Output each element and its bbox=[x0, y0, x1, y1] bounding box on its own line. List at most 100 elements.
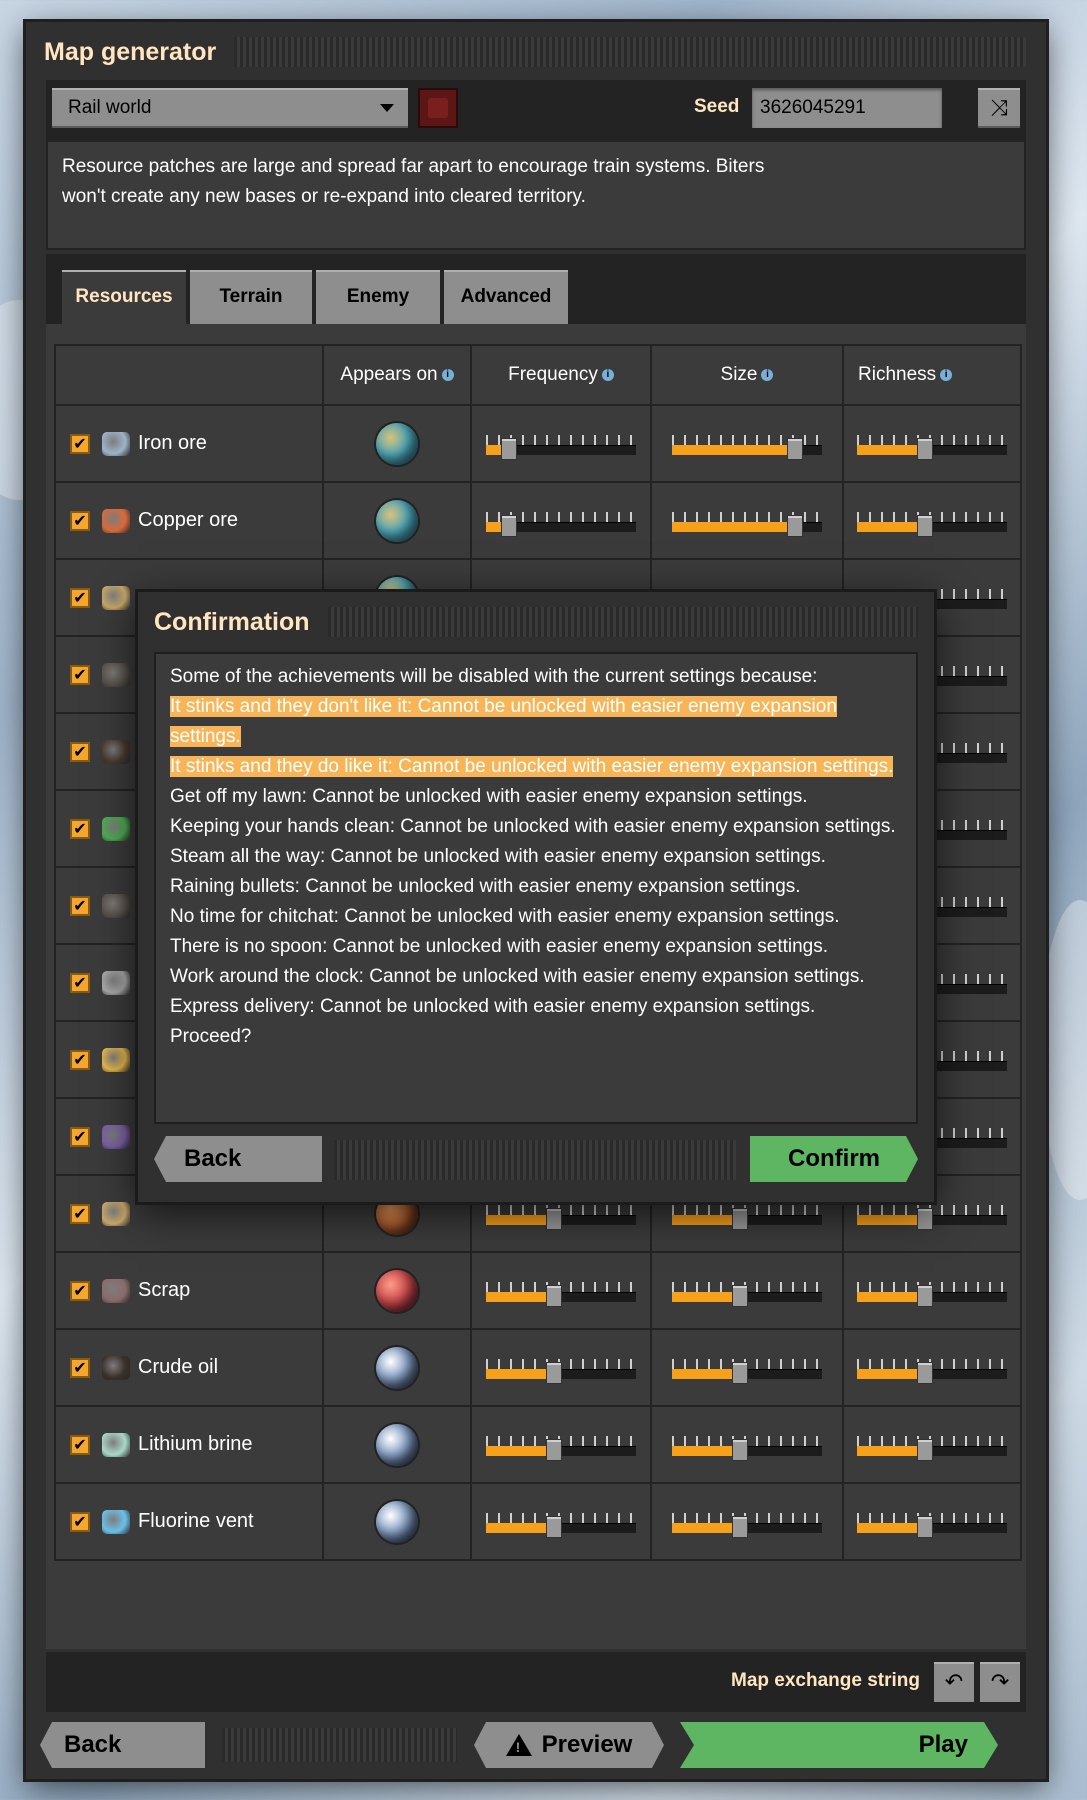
resource-enabled-checkbox[interactable]: ✔ bbox=[70, 741, 90, 762]
size-slider[interactable] bbox=[672, 1199, 822, 1229]
size-slider[interactable] bbox=[672, 1507, 822, 1537]
richness-slider[interactable] bbox=[857, 1276, 1007, 1306]
slider-handle[interactable] bbox=[732, 1285, 747, 1306]
size-cell bbox=[650, 1482, 844, 1561]
tab-terrain[interactable]: Terrain bbox=[190, 270, 312, 324]
slider-handle[interactable] bbox=[546, 1516, 561, 1537]
size-slider[interactable] bbox=[672, 506, 822, 536]
slider-handle[interactable] bbox=[917, 1439, 932, 1460]
window-titlebar[interactable]: Map generator bbox=[44, 32, 1026, 72]
slider-handle[interactable] bbox=[546, 1285, 561, 1306]
info-icon[interactable]: i bbox=[761, 368, 774, 381]
preset-delete-button[interactable] bbox=[418, 88, 458, 128]
tab-advanced[interactable]: Advanced bbox=[444, 270, 568, 324]
slider-fill bbox=[486, 1368, 554, 1379]
export-string-button[interactable]: ↷ bbox=[980, 1662, 1020, 1702]
resource-enabled-checkbox[interactable]: ✔ bbox=[70, 895, 90, 916]
resource-enabled-checkbox[interactable]: ✔ bbox=[70, 972, 90, 993]
resource-enabled-checkbox[interactable]: ✔ bbox=[70, 433, 90, 454]
seed-input[interactable]: 3626045291 bbox=[752, 88, 942, 128]
resource-enabled-checkbox[interactable]: ✔ bbox=[70, 510, 90, 531]
frequency-cell bbox=[470, 1482, 652, 1561]
confirm-button[interactable]: Confirm bbox=[750, 1136, 918, 1182]
resource-enabled-checkbox[interactable]: ✔ bbox=[70, 818, 90, 839]
slider-handle[interactable] bbox=[732, 1362, 747, 1383]
size-slider[interactable] bbox=[672, 1430, 822, 1460]
shuffle-seed-button[interactable]: ⤨ bbox=[978, 88, 1020, 128]
frequency-slider[interactable] bbox=[486, 429, 636, 459]
slider-ticks bbox=[486, 1281, 636, 1292]
slider-handle[interactable] bbox=[917, 1208, 932, 1229]
richness-slider[interactable] bbox=[857, 1430, 1007, 1460]
table-row: ✔ Iron ore bbox=[54, 404, 1022, 483]
dialog-back-button[interactable]: Back bbox=[154, 1136, 322, 1182]
resource-enabled-checkbox[interactable]: ✔ bbox=[70, 1126, 90, 1147]
slider-handle[interactable] bbox=[732, 1439, 747, 1460]
resource-icon bbox=[102, 1278, 130, 1303]
frequency-slider[interactable] bbox=[486, 1430, 636, 1460]
richness-slider[interactable] bbox=[857, 1353, 1007, 1383]
dialog-footer-drag-handle[interactable] bbox=[334, 1140, 736, 1180]
slider-handle[interactable] bbox=[546, 1208, 561, 1229]
frequency-slider[interactable] bbox=[486, 506, 636, 536]
tab-enemy[interactable]: Enemy bbox=[316, 270, 440, 324]
resource-enabled-checkbox[interactable]: ✔ bbox=[70, 587, 90, 608]
resource-enabled-checkbox[interactable]: ✔ bbox=[70, 664, 90, 685]
slider-handle[interactable] bbox=[917, 1516, 932, 1537]
info-icon[interactable]: i bbox=[601, 368, 614, 381]
slider-handle[interactable] bbox=[788, 438, 802, 459]
size-slider[interactable] bbox=[672, 1276, 822, 1306]
resource-enabled-checkbox[interactable]: ✔ bbox=[70, 1280, 90, 1301]
resource-enabled-checkbox[interactable]: ✔ bbox=[70, 1434, 90, 1455]
frequency-slider[interactable] bbox=[486, 1199, 636, 1229]
info-icon[interactable]: i bbox=[441, 368, 454, 381]
size-slider[interactable] bbox=[672, 1353, 822, 1383]
slider-handle[interactable] bbox=[788, 515, 802, 536]
slider-handle[interactable] bbox=[501, 438, 516, 459]
table-row: ✔ Copper ore bbox=[54, 481, 1022, 560]
dialog-title: Confirmation bbox=[154, 607, 310, 636]
slider-fill bbox=[672, 1445, 740, 1456]
header-richness: Richness i bbox=[842, 344, 1022, 406]
back-button[interactable]: Back bbox=[40, 1722, 205, 1768]
slider-handle[interactable] bbox=[917, 1362, 932, 1383]
info-icon[interactable]: i bbox=[940, 368, 953, 381]
preset-dropdown[interactable]: Rail world bbox=[52, 88, 408, 128]
slider-fill bbox=[857, 1368, 925, 1379]
dialog-drag-handle[interactable] bbox=[327, 607, 918, 637]
resource-enabled-checkbox[interactable]: ✔ bbox=[70, 1357, 90, 1378]
slider-handle[interactable] bbox=[732, 1208, 747, 1229]
richness-slider[interactable] bbox=[857, 506, 1007, 536]
tab-resources[interactable]: Resources bbox=[62, 270, 186, 324]
preview-button[interactable]: Preview bbox=[474, 1722, 664, 1768]
frequency-slider[interactable] bbox=[486, 1276, 636, 1306]
bottom-drag-handle[interactable] bbox=[222, 1728, 457, 1762]
slider-handle[interactable] bbox=[546, 1439, 561, 1460]
appears-on-cell bbox=[322, 404, 472, 483]
resource-enabled-checkbox[interactable]: ✔ bbox=[70, 1511, 90, 1532]
slider-handle[interactable] bbox=[732, 1516, 747, 1537]
frequency-slider[interactable] bbox=[486, 1353, 636, 1383]
resource-enabled-checkbox[interactable]: ✔ bbox=[70, 1049, 90, 1070]
slider-handle[interactable] bbox=[917, 1285, 932, 1306]
import-string-button[interactable]: ↶ bbox=[934, 1662, 974, 1702]
resource-name: ✔ Fluorine vent bbox=[56, 1509, 322, 1534]
frequency-slider[interactable] bbox=[486, 1507, 636, 1537]
resource-icon bbox=[102, 508, 130, 533]
slider-handle[interactable] bbox=[917, 515, 932, 536]
slider-handle[interactable] bbox=[917, 438, 932, 459]
slider-handle[interactable] bbox=[501, 515, 516, 536]
richness-slider[interactable] bbox=[857, 429, 1007, 459]
titlebar-drag-handle[interactable] bbox=[234, 37, 1026, 67]
resource-name: ✔ Scrap bbox=[56, 1278, 322, 1303]
resource-icon bbox=[102, 739, 130, 764]
richness-slider[interactable] bbox=[857, 1199, 1007, 1229]
resource-enabled-checkbox[interactable]: ✔ bbox=[70, 1203, 90, 1224]
size-slider[interactable] bbox=[672, 429, 822, 459]
play-button[interactable]: Play bbox=[680, 1722, 998, 1768]
resource-label: Scrap bbox=[138, 1279, 191, 1301]
frequency-cell bbox=[470, 1251, 652, 1330]
dialog-titlebar[interactable]: Confirmation bbox=[154, 602, 918, 642]
richness-slider[interactable] bbox=[857, 1507, 1007, 1537]
slider-handle[interactable] bbox=[546, 1362, 561, 1383]
